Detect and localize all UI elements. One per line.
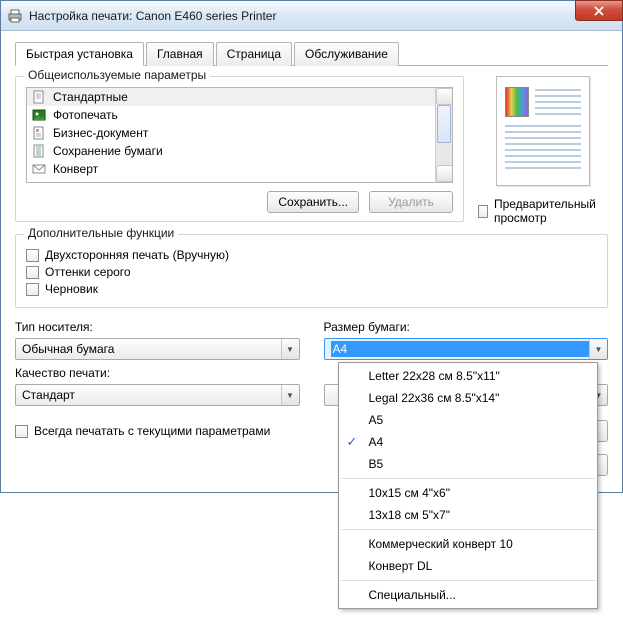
paper-size-dropdown: Letter 22x28 см 8.5"x11" Legal 22x36 см … xyxy=(338,362,598,609)
list-item[interactable]: Стандартные xyxy=(27,88,435,106)
tab-maintenance[interactable]: Обслуживание xyxy=(294,42,399,66)
quality-label: Качество печати: xyxy=(15,366,300,380)
paper-size-value: A4 xyxy=(331,341,602,357)
scrollbar[interactable]: ▲ ▼ xyxy=(435,88,452,182)
list-item-label: Бизнес-документ xyxy=(53,126,148,140)
quality-value: Стандарт xyxy=(22,388,75,402)
dropdown-item[interactable]: Специальный... xyxy=(339,584,597,606)
list-item-label: Конверт xyxy=(53,162,98,176)
dropdown-item[interactable]: Конверт DL xyxy=(339,555,597,577)
scroll-thumb[interactable] xyxy=(437,105,451,143)
dropdown-item[interactable]: 10x15 см 4"x6" xyxy=(339,482,597,504)
dropdown-item[interactable]: 13x18 см 5"x7" xyxy=(339,504,597,526)
list-item-label: Сохранение бумаги xyxy=(53,144,163,158)
chevron-down-icon: ▼ xyxy=(281,339,299,359)
dropdown-separator xyxy=(341,478,595,479)
preview-label: Предварительный просмотр xyxy=(494,197,608,225)
delete-preset-button[interactable]: Удалить xyxy=(369,191,453,213)
dropdown-separator xyxy=(341,580,595,581)
extra-functions-legend: Дополнительные функции xyxy=(24,226,178,240)
paper-size-combo[interactable]: A4 ▼ xyxy=(324,338,609,360)
tab-page[interactable]: Страница xyxy=(216,42,292,66)
scroll-up-button[interactable]: ▲ xyxy=(436,88,453,105)
presets-listbox[interactable]: Стандартные Фотопечать Бизнес-документ xyxy=(26,87,453,183)
save-preset-button[interactable]: Сохранить... xyxy=(267,191,359,213)
grayscale-checkbox[interactable] xyxy=(26,266,39,279)
dropdown-item[interactable]: Letter 22x28 см 8.5"x11" xyxy=(339,365,597,387)
titlebar: Настройка печати: Canon E460 series Prin… xyxy=(1,1,622,31)
dropdown-item[interactable]: ✓A4 xyxy=(339,431,597,453)
duplex-label: Двухсторонняя печать (Вручную) xyxy=(45,248,229,262)
print-preview xyxy=(496,76,590,186)
save-paper-icon xyxy=(31,143,47,159)
paper-size-label: Размер бумаги: xyxy=(324,320,609,334)
scroll-down-button[interactable]: ▼ xyxy=(436,165,453,182)
list-item[interactable]: Сохранение бумаги xyxy=(27,142,435,160)
media-type-combo[interactable]: Обычная бумага ▼ xyxy=(15,338,300,360)
list-item-label: Фотопечать xyxy=(53,108,118,122)
common-settings-group: Общеиспользуемые параметры Стандартные Ф… xyxy=(15,76,464,222)
dropdown-item[interactable]: B5 xyxy=(339,453,597,475)
dropdown-item[interactable]: Коммерческий конверт 10 xyxy=(339,533,597,555)
media-type-value: Обычная бумага xyxy=(22,342,114,356)
preview-checkbox[interactable] xyxy=(478,205,488,218)
document-icon xyxy=(31,89,47,105)
dropdown-separator xyxy=(341,529,595,530)
envelope-icon xyxy=(31,161,47,177)
preview-image-icon xyxy=(505,87,529,117)
always-current-checkbox[interactable] xyxy=(15,425,28,438)
list-item[interactable]: Фотопечать xyxy=(27,106,435,124)
tab-main[interactable]: Главная xyxy=(146,42,214,66)
list-item[interactable]: Конверт xyxy=(27,160,435,178)
chevron-down-icon: ▼ xyxy=(281,385,299,405)
chevron-down-icon: ▼ xyxy=(589,339,607,359)
printer-icon xyxy=(7,8,23,24)
window-title: Настройка печати: Canon E460 series Prin… xyxy=(29,9,616,23)
dropdown-item[interactable]: A5 xyxy=(339,409,597,431)
dropdown-item[interactable]: Legal 22x36 см 8.5"x14" xyxy=(339,387,597,409)
always-current-label: Всегда печатать с текущими параметрами xyxy=(34,424,270,438)
extra-functions-group: Дополнительные функции Двухсторонняя печ… xyxy=(15,234,608,308)
duplex-checkbox[interactable] xyxy=(26,249,39,262)
check-icon: ✓ xyxy=(347,434,358,450)
tab-strip: Быстрая установка Главная Страница Обслу… xyxy=(15,41,608,66)
draft-label: Черновик xyxy=(45,282,98,296)
photo-icon xyxy=(31,107,47,123)
draft-checkbox[interactable] xyxy=(26,283,39,296)
media-type-label: Тип носителя: xyxy=(15,320,300,334)
list-item-label: Стандартные xyxy=(53,90,128,104)
grayscale-label: Оттенки серого xyxy=(45,265,131,279)
business-doc-icon xyxy=(31,125,47,141)
common-settings-legend: Общеиспользуемые параметры xyxy=(24,68,210,82)
list-item[interactable]: Бизнес-документ xyxy=(27,124,435,142)
quality-combo[interactable]: Стандарт ▼ xyxy=(15,384,300,406)
tab-quick-setup[interactable]: Быстрая установка xyxy=(15,42,144,66)
close-button[interactable] xyxy=(575,0,623,21)
